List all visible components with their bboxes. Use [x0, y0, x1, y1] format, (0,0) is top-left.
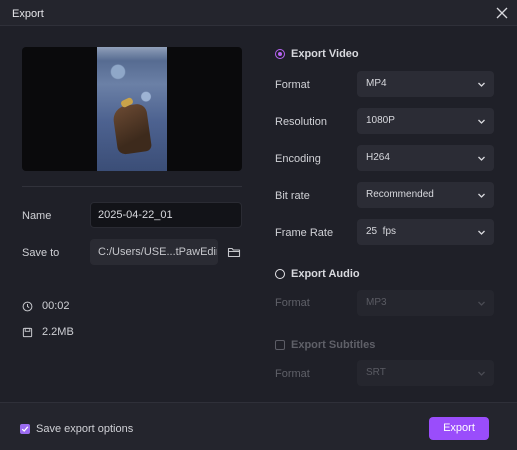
chevron-down-icon: [477, 369, 486, 378]
save-options-checkbox[interactable]: [20, 424, 30, 434]
chevron-down-icon: [477, 80, 486, 89]
duration-row: 00:02: [22, 300, 70, 312]
export-video-radio[interactable]: [275, 49, 285, 59]
save-export-options[interactable]: Save export options: [20, 423, 133, 435]
subtitles-format-label: Format: [275, 368, 310, 380]
name-input[interactable]: 2025-04-22_01: [90, 202, 242, 228]
bitrate-select[interactable]: Recommended: [357, 182, 494, 208]
subtitles-format-select: SRT: [357, 360, 494, 386]
audio-format-label: Format: [275, 297, 310, 309]
chevron-down-icon: [477, 154, 486, 163]
size-row: 2.2MB: [22, 326, 74, 338]
export-video-label: Export Video: [291, 48, 359, 60]
chevron-down-icon: [477, 191, 486, 200]
save-to-label: Save to: [22, 247, 60, 259]
chevron-down-icon: [477, 299, 486, 308]
export-subtitles-checkbox: [275, 340, 285, 350]
resolution-value: 1080P: [366, 115, 395, 126]
chevron-down-icon: [477, 228, 486, 237]
resolution-label: Resolution: [275, 116, 327, 128]
framerate-value: 25 fps: [366, 226, 397, 237]
save-options-label: Save export options: [36, 423, 134, 435]
name-label: Name: [22, 210, 52, 222]
export-audio-label: Export Audio: [291, 268, 360, 280]
export-subtitles-label: Export Subtitles: [291, 339, 376, 351]
export-subtitles-option: Export Subtitles: [275, 339, 375, 351]
format-select[interactable]: MP4: [357, 71, 494, 97]
file-size-icon: [22, 327, 33, 337]
audio-format-value: MP3: [366, 297, 387, 308]
export-video-option[interactable]: Export Video: [275, 48, 359, 60]
framerate-label: Frame Rate: [275, 227, 334, 239]
size-value: 2.2MB: [42, 326, 74, 338]
divider: [22, 186, 242, 187]
format-value: MP4: [366, 78, 387, 89]
export-dialog: Export Name 2025-04-22_01 Save to C:/Use…: [0, 0, 517, 450]
subtitles-format-value: SRT: [366, 367, 386, 378]
export-button[interactable]: Export: [429, 417, 489, 440]
preview-thumbnail: [97, 47, 167, 171]
bitrate-value: Recommended: [366, 189, 434, 200]
framerate-select[interactable]: 25 fps: [357, 219, 494, 245]
resolution-select[interactable]: 1080P: [357, 108, 494, 134]
close-icon[interactable]: [493, 4, 511, 22]
export-audio-radio[interactable]: [275, 269, 285, 279]
audio-format-select: MP3: [357, 290, 494, 316]
duration-value: 00:02: [42, 300, 70, 312]
video-preview: [22, 47, 242, 171]
encoding-value: H264: [366, 152, 390, 163]
clock-icon: [22, 301, 33, 311]
bitrate-label: Bit rate: [275, 190, 310, 202]
encoding-select[interactable]: H264: [357, 145, 494, 171]
title-bar: Export: [0, 0, 517, 26]
format-label: Format: [275, 79, 310, 91]
chevron-down-icon: [477, 117, 486, 126]
dialog-title: Export: [12, 8, 44, 20]
encoding-label: Encoding: [275, 153, 321, 165]
dialog-footer: Save export options Export: [0, 402, 517, 450]
export-audio-option[interactable]: Export Audio: [275, 268, 360, 280]
save-path-field[interactable]: C:/Users/USE...tPawEdimakor: [90, 239, 218, 265]
folder-icon[interactable]: [227, 245, 241, 259]
